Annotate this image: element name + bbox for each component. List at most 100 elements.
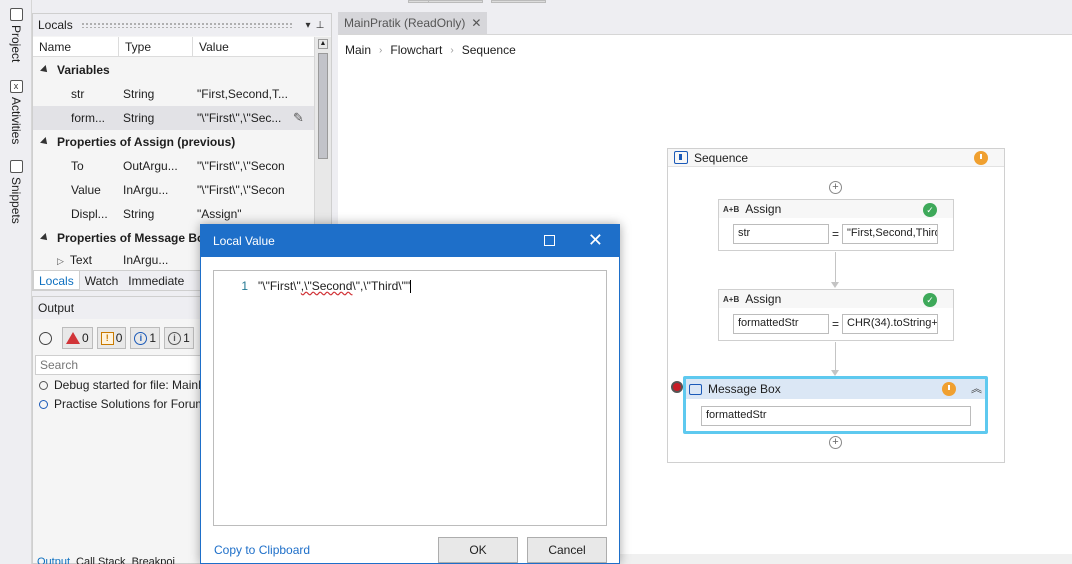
locals-title-bar: Locals ▾ ⊥ <box>33 14 331 36</box>
assign-activity-2[interactable]: A+B Assign ✓ formattedStr = CHR(34).toSt… <box>718 289 954 341</box>
left-toolbar: Project x Activities Snippets <box>0 0 32 564</box>
info-filter-button[interactable]: i1 <box>130 327 161 349</box>
table-row[interactable]: Value InArgu... "\"First\",\"Secon <box>33 178 314 202</box>
row-type: InArgu... <box>123 253 169 267</box>
document-tab-label: MainPratik (ReadOnly) <box>344 16 466 30</box>
project-icon <box>9 8 23 21</box>
code-segment: "\"First\" <box>258 279 301 293</box>
sequence-icon <box>674 151 688 164</box>
assign-to-field[interactable]: formattedStr <box>733 314 829 334</box>
edit-pencil-icon[interactable]: ✎ <box>293 110 304 126</box>
editor-line: 1 "\"First\",\"Second\",\"Third\"" <box>214 279 412 294</box>
assign-title: Assign <box>745 202 782 216</box>
scroll-up-icon[interactable]: ▲ <box>318 39 328 49</box>
collapse-chevron-icon[interactable]: ︽ <box>971 380 982 396</box>
message-box-icon <box>689 383 702 395</box>
info-icon: i <box>134 331 148 345</box>
add-activity-plus-icon[interactable]: + <box>829 436 842 449</box>
assign-icon: A+B <box>723 204 740 214</box>
activities-tab-label: Activities <box>9 97 23 145</box>
group-variables[interactable]: Variables <box>33 58 314 82</box>
tab-call-stack[interactable]: Call Stack <box>76 556 126 564</box>
table-row[interactable]: Displ... String "Assign" <box>33 202 314 226</box>
assign-header: A+B Assign <box>719 290 953 308</box>
connector-line <box>835 342 836 370</box>
tab-immediate[interactable]: Immediate <box>123 271 189 290</box>
copy-to-clipboard-link[interactable]: Copy to Clipboard <box>214 543 310 557</box>
breadcrumb-main[interactable]: Main <box>345 43 371 57</box>
code-segment: \",\"Third\"" <box>352 279 411 293</box>
breadcrumb: Main › Flowchart › Sequence <box>345 43 516 57</box>
errors-filter-button[interactable]: 0 <box>62 327 93 349</box>
tab-breakpoints[interactable]: Breakpoi <box>132 556 175 564</box>
output-title: Output <box>38 301 75 315</box>
row-name: To <box>71 159 84 173</box>
maximize-icon[interactable] <box>544 235 555 246</box>
assign-value-field[interactable]: CHR(34).toString+: <box>842 314 939 334</box>
code-segment-squiggle: ,\"Second <box>300 279 353 293</box>
trace-filter-button[interactable]: i1 <box>164 327 194 349</box>
table-row[interactable]: To OutArgu... "\"First\",\"Secon <box>33 154 314 178</box>
column-value[interactable]: Value <box>193 37 314 56</box>
table-row[interactable]: str String "First,Second,T... <box>33 82 314 106</box>
group-label: Variables <box>57 63 110 77</box>
message-box-text-field[interactable]: formattedStr <box>701 406 971 426</box>
message-box-header: Message Box <box>686 379 985 399</box>
tab-locals[interactable]: Locals <box>33 271 80 290</box>
locals-title: Locals <box>38 18 73 32</box>
snippets-tab-label: Snippets <box>9 177 23 224</box>
sequence-header: Sequence <box>668 149 1004 167</box>
assign-value-field[interactable]: "First,Second,Third <box>842 224 939 244</box>
add-activity-plus-icon[interactable]: + <box>829 181 842 194</box>
output-line[interactable]: Debug started for file: MainP <box>39 378 206 392</box>
row-value: "\"First\",\"Sec... <box>197 111 282 125</box>
line-number: 1 <box>241 279 248 293</box>
row-type: OutArgu... <box>123 159 178 173</box>
output-line[interactable]: Practise Solutions for Forum <box>39 397 205 411</box>
ok-button[interactable]: OK <box>438 537 518 563</box>
tab-output[interactable]: Output <box>37 556 70 564</box>
assign-body: formattedStr = CHR(34).toString+: <box>719 308 953 340</box>
info-log-icon <box>39 399 48 409</box>
close-icon[interactable]: ✕ <box>588 230 603 251</box>
connector-line <box>835 252 836 282</box>
pending-clock-icon <box>974 151 988 165</box>
value-editor[interactable]: 1 "\"First\",\"Second\",\"Third\"" <box>213 270 607 526</box>
collapse-icon[interactable] <box>40 233 50 243</box>
column-type[interactable]: Type <box>119 37 193 56</box>
group-assign-properties[interactable]: Properties of Assign (previous) <box>33 130 314 154</box>
warnings-filter-button[interactable]: ! 0 <box>96 327 127 349</box>
equals-sign: = <box>832 227 840 241</box>
row-type: String <box>123 87 155 101</box>
column-name[interactable]: Name <box>33 37 119 56</box>
project-tab[interactable]: Project <box>6 8 26 62</box>
assign-icon: A+B <box>723 294 740 304</box>
collapse-icon[interactable] <box>40 65 50 75</box>
table-row-selected[interactable]: form... String "\"First\",\"Sec... ✎ <box>33 106 314 130</box>
pending-clock-icon <box>942 382 956 396</box>
activities-tab[interactable]: x Activities <box>6 80 26 144</box>
output-line-text: Practise Solutions for Forum <box>54 397 206 411</box>
breakpoint-icon[interactable] <box>671 381 683 393</box>
expand-icon[interactable]: ▷ <box>57 256 64 266</box>
document-tab[interactable]: MainPratik (ReadOnly) ✕ <box>338 12 488 34</box>
panel-grip[interactable] <box>80 22 294 28</box>
cancel-button[interactable]: Cancel <box>527 537 607 563</box>
assign-body: str = "First,Second,Third <box>719 218 953 250</box>
breadcrumb-sequence[interactable]: Sequence <box>462 43 516 57</box>
snippets-icon <box>9 160 23 173</box>
assign-activity-1[interactable]: A+B Assign ✓ str = "First,Second,Third <box>718 199 954 251</box>
clock-icon[interactable] <box>39 331 52 345</box>
dropdown-icon[interactable]: ▾ <box>302 20 314 31</box>
scroll-thumb[interactable] <box>318 53 328 159</box>
breadcrumb-flowchart[interactable]: Flowchart <box>390 43 442 57</box>
close-tab-icon[interactable]: ✕ <box>471 16 481 30</box>
collapse-icon[interactable] <box>40 137 50 147</box>
equals-sign: = <box>832 317 840 331</box>
group-label: Properties of Message Box <box>57 231 212 245</box>
connector-arrow-icon <box>831 282 839 288</box>
assign-to-field[interactable]: str <box>733 224 829 244</box>
tab-watch[interactable]: Watch <box>80 271 124 290</box>
snippets-tab[interactable]: Snippets <box>6 160 26 224</box>
pin-icon[interactable]: ⊥ <box>314 20 326 31</box>
